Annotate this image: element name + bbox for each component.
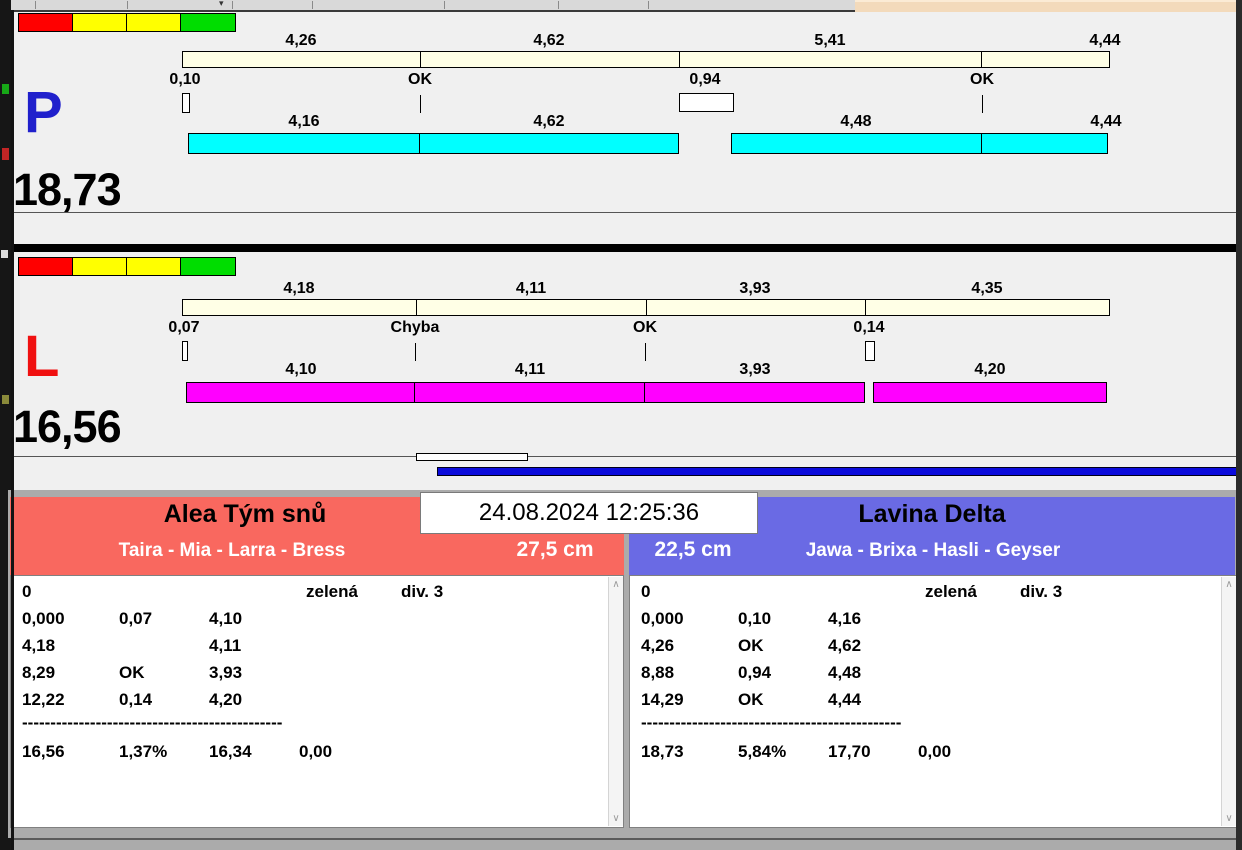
split-time-label: 4,35 bbox=[971, 280, 1003, 297]
table-separator: ----------------------------------------… bbox=[641, 713, 902, 732]
crossing-label: 0,07 bbox=[168, 319, 200, 336]
status-indicator-box bbox=[72, 257, 128, 276]
crossing-label: OK bbox=[633, 319, 657, 336]
crossing-ok-tick bbox=[645, 343, 646, 361]
run-table-cell: 4,18 bbox=[22, 636, 56, 655]
scroll-down-icon[interactable]: ∨ bbox=[609, 813, 623, 824]
team-dogs-list: Taira - Mia - Larra - Bress bbox=[118, 540, 346, 561]
total-penalty: 0,00 bbox=[918, 742, 952, 761]
team-name: Lavina Delta bbox=[858, 500, 1006, 528]
run-table-cell: OK bbox=[119, 663, 145, 682]
jump-height-label: 27,5 cm bbox=[516, 538, 594, 561]
split-track bbox=[182, 299, 1110, 316]
run-number: 0 bbox=[22, 582, 32, 601]
run-time-label: 3,93 bbox=[739, 361, 771, 378]
run-table-cell: 8,29 bbox=[22, 663, 56, 682]
split-divider bbox=[646, 300, 647, 315]
scroll-down-icon[interactable]: ∨ bbox=[1222, 813, 1236, 824]
table-scrollbar[interactable]: ∧ ∨ bbox=[1221, 577, 1236, 826]
run-time-label: 4,11 bbox=[514, 361, 546, 378]
lane-L-baseline bbox=[14, 456, 1236, 457]
light-status: zelená bbox=[925, 582, 977, 601]
run-table-cell: 0,10 bbox=[738, 609, 772, 628]
app-window: ▾ 4,26 4,62 5,41 4,44 0,10 4,16 OK 4,62 0,94 4,48… bbox=[0, 0, 1242, 850]
scroll-up-icon[interactable]: ∧ bbox=[609, 579, 623, 590]
dog-run-bar bbox=[414, 382, 645, 403]
total-time: 16,56 bbox=[22, 742, 65, 761]
team-result-table-right: 0 zelená div. 3 ------------------------… bbox=[629, 575, 1237, 828]
total-penalty: 0,00 bbox=[299, 742, 333, 761]
run-table-cell: 0,07 bbox=[119, 609, 153, 628]
window-right-border bbox=[1236, 0, 1242, 850]
run-table-cell: 4,48 bbox=[828, 663, 862, 682]
crossing-label: Chyba bbox=[390, 319, 440, 336]
total-percent: 1,37% bbox=[119, 742, 168, 761]
table-separator: ----------------------------------------… bbox=[22, 713, 283, 732]
split-time-label: 4,11 bbox=[515, 280, 547, 297]
division-label: div. 3 bbox=[401, 582, 444, 601]
run-table-cell: 0,14 bbox=[119, 690, 153, 709]
crossing-label: 0,14 bbox=[853, 319, 885, 336]
split-time-label: 3,93 bbox=[739, 280, 771, 297]
datetime-display: 24.08.2024 12:25:36 bbox=[420, 492, 758, 534]
run-table-cell: OK bbox=[738, 636, 764, 655]
run-table-cell: 4,10 bbox=[209, 609, 243, 628]
run-table-cell: 4,26 bbox=[641, 636, 675, 655]
light-status: zelená bbox=[306, 582, 358, 601]
table-scrollbar[interactable]: ∧ ∨ bbox=[608, 577, 623, 826]
window-left-border bbox=[11, 10, 14, 850]
run-table-cell: OK bbox=[738, 690, 764, 709]
run-table-cell: 4,44 bbox=[828, 690, 862, 709]
run-time-label: 4,10 bbox=[285, 361, 317, 378]
run-table-cell: 4,62 bbox=[828, 636, 862, 655]
total-corrected: 16,34 bbox=[209, 742, 252, 761]
status-indicator-box bbox=[126, 257, 182, 276]
run-table-cell: 4,11 bbox=[209, 636, 242, 655]
run-number: 0 bbox=[641, 582, 651, 601]
split-divider bbox=[416, 300, 417, 315]
team-name: Alea Tým snů bbox=[163, 500, 327, 528]
total-time: 18,73 bbox=[641, 742, 684, 761]
division-label: div. 3 bbox=[1020, 582, 1063, 601]
total-percent: 5,84% bbox=[738, 742, 787, 761]
run-table-cell: 4,16 bbox=[828, 609, 862, 628]
lane-divider-bar bbox=[14, 244, 1236, 252]
run-table-cell: 4,20 bbox=[209, 690, 243, 709]
jump-height-label: 22,5 cm bbox=[654, 538, 732, 561]
total-corrected: 17,70 bbox=[828, 742, 871, 761]
window-bottom-chrome bbox=[11, 838, 1236, 850]
team-result-table-left: 0 zelená div. 3 ------------------------… bbox=[10, 575, 624, 828]
status-indicator-box bbox=[18, 257, 74, 276]
team-dogs-list: Jawa - Brixa - Hasli - Geyser bbox=[805, 540, 1061, 561]
split-divider bbox=[865, 300, 866, 315]
lane-letter-P: P bbox=[24, 80, 63, 145]
dog-run-bar bbox=[873, 382, 1107, 403]
run-time-label: 4,20 bbox=[974, 361, 1006, 378]
lane-total-time-L: 16,56 bbox=[13, 401, 122, 452]
timeline-marker-box bbox=[416, 453, 528, 461]
run-table-cell: 3,93 bbox=[209, 663, 243, 682]
crossing-ok-tick bbox=[415, 343, 416, 361]
run-table-cell: 0,000 bbox=[22, 609, 65, 628]
crossing-time-box bbox=[182, 341, 188, 361]
run-table-cell: 8,88 bbox=[641, 663, 675, 682]
run-table-cell: 0,94 bbox=[738, 663, 772, 682]
dog-run-bar bbox=[186, 382, 415, 403]
lane-total-time-P: 18,73 bbox=[13, 164, 122, 215]
status-indicator-box bbox=[180, 257, 236, 276]
crossing-time-box bbox=[865, 341, 875, 361]
race-progress-bar bbox=[437, 467, 1238, 476]
run-table-cell: 12,22 bbox=[22, 690, 65, 709]
scroll-up-icon[interactable]: ∧ bbox=[1222, 579, 1236, 590]
run-table-cell: 0,000 bbox=[641, 609, 684, 628]
split-time-label: 4,18 bbox=[283, 280, 315, 297]
lane-P-baseline bbox=[14, 212, 1236, 213]
dog-run-bar bbox=[644, 382, 865, 403]
run-table-cell: 14,29 bbox=[641, 690, 684, 709]
lane-letter-L: L bbox=[24, 324, 60, 389]
